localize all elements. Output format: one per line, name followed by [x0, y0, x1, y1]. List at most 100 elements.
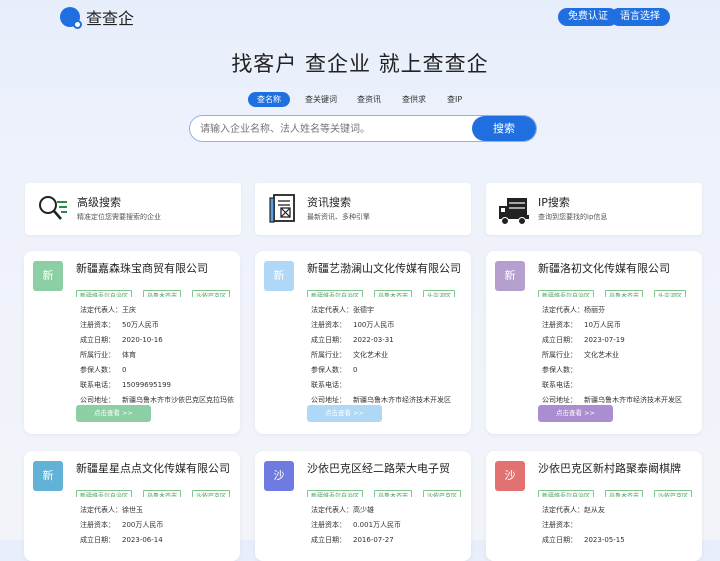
field-label: 成立日期： [542, 336, 577, 344]
region-tag[interactable]: 新疆维吾尔自治区 [76, 290, 133, 297]
region-tags: 新疆维吾尔自治区 乌鲁木齐市 沙依巴克区 [538, 483, 702, 497]
company-card[interactable]: 沙沙依巴克区新村路聚泰阚棋牌 新疆维吾尔自治区 乌鲁木齐市 沙依巴克区 法定代表人：赵从… [486, 451, 702, 561]
field-label: 联系电话： [542, 381, 577, 389]
company-field: 成立日期： 2020-10-16 [80, 335, 238, 345]
view-details-button[interactable]: 点击查看 >> [76, 405, 151, 422]
company-field: 参保人数： [542, 365, 700, 375]
company-avatar: 新 [33, 461, 63, 491]
company-field: 参保人数： 0 [80, 365, 238, 375]
region-tag[interactable]: 乌鲁木齐市 [374, 290, 413, 297]
field-value: 新疆乌鲁木齐市经济技术开发区 [584, 396, 682, 404]
company-card[interactable]: 新新疆嘉森珠宝商贸有限公司 新疆维吾尔自治区 乌鲁木齐市 沙依巴克区 法定代表人：王庆注… [24, 251, 240, 434]
feature-news-search[interactable]: 资讯搜索 最新资讯、多种引擎 [255, 183, 471, 235]
field-label: 所属行业： [311, 351, 346, 359]
company-name[interactable]: 新疆嘉森珠宝商贸有限公司 [76, 260, 238, 276]
tab-supply[interactable]: 查供求 [402, 92, 426, 107]
company-name[interactable]: 新疆洛初文化传媒有限公司 [538, 260, 700, 276]
region-tag[interactable]: 乌鲁木齐市 [143, 490, 182, 497]
company-field: 注册资本： [542, 520, 700, 530]
company-field: 参保人数： 0 [311, 365, 469, 375]
field-label: 公司地址： [311, 396, 346, 404]
company-name[interactable]: 新疆艺渤澜山文化传媒有限公司 [307, 260, 469, 276]
company-field: 所属行业： 体育 [80, 350, 238, 360]
search-box: 搜索 [189, 115, 537, 142]
region-tag[interactable]: 新疆维吾尔自治区 [307, 290, 364, 297]
field-label: 法定代表人： [80, 306, 122, 314]
search-button[interactable]: 搜索 [472, 116, 536, 141]
view-details-button[interactable]: 点击查看 >> [538, 405, 613, 422]
company-field: 所属行业： 文化艺术业 [542, 350, 700, 360]
tab-keyword[interactable]: 查关键词 [305, 92, 337, 107]
region-tag[interactable]: 头屯河区 [654, 290, 687, 297]
region-tag[interactable]: 乌鲁木齐市 [374, 490, 413, 497]
feature-title: 高级搜索 [77, 196, 121, 209]
company-name[interactable]: 沙依巴克区新村路聚泰阚棋牌 [538, 460, 700, 476]
field-label: 联系电话： [311, 381, 346, 389]
view-details-button[interactable]: 点击查看 >> [307, 405, 382, 422]
field-value: 赵从友 [584, 506, 605, 514]
company-field: 注册资本： 10万人民币 [542, 320, 700, 330]
region-tag[interactable]: 新疆维吾尔自治区 [538, 490, 595, 497]
company-avatar: 新 [33, 261, 63, 291]
tab-ip[interactable]: 查IP [447, 92, 462, 107]
tab-name[interactable]: 查名称 [248, 92, 290, 107]
tab-news[interactable]: 查资讯 [357, 92, 381, 107]
region-tag[interactable]: 沙依巴克区 [423, 490, 462, 497]
field-value: 王庆 [122, 306, 136, 314]
feature-title: IP搜索 [538, 196, 570, 209]
company-card[interactable]: 新新疆星星点点文化传媒有限公司 新疆维吾尔自治区 乌鲁木齐市 沙依巴克区 法定代表人：徐… [24, 451, 240, 561]
field-value: 杨丽芬 [584, 306, 605, 314]
region-tag[interactable]: 乌鲁木齐市 [605, 290, 644, 297]
search-input[interactable] [200, 121, 460, 137]
company-field: 法定代表人：赵从友 [542, 505, 700, 515]
field-value: 0 [122, 366, 127, 374]
region-tag[interactable]: 乌鲁木齐市 [143, 290, 182, 297]
company-card[interactable]: 新新疆艺渤澜山文化传媒有限公司 新疆维吾尔自治区 乌鲁木齐市 头屯河区 法定代表人：张德… [255, 251, 471, 434]
field-label: 法定代表人： [311, 506, 353, 514]
company-field: 注册资本： 200万人民币 [80, 520, 238, 530]
field-value: 2023-05-15 [584, 536, 625, 544]
company-field: 公司地址： 新疆乌鲁木齐市经济技术开发区 [542, 395, 700, 405]
feature-ip-search[interactable]: IP搜索 查询到您要找的ip信息 [486, 183, 702, 235]
region-tag[interactable]: 新疆维吾尔自治区 [307, 490, 364, 497]
globe-logo-icon [60, 7, 82, 29]
company-field: 注册资本： 0.001万人民币 [311, 520, 469, 530]
field-value: 文化艺术业 [584, 351, 619, 359]
company-avatar: 沙 [264, 461, 294, 491]
logo[interactable]: 查查企 [60, 5, 134, 29]
hero-title: 找客户 查企业 就上查查企 [231, 52, 489, 76]
company-card[interactable]: 沙沙依巴克区经二路荣大电子贸 新疆维吾尔自治区 乌鲁木齐市 沙依巴克区 法定代表人：高少… [255, 451, 471, 561]
field-label: 注册资本： [311, 321, 346, 329]
document-icon [269, 194, 295, 223]
language-select-button[interactable]: 语言选择 [610, 8, 670, 26]
region-tag[interactable]: 沙依巴克区 [192, 490, 231, 497]
company-name[interactable]: 沙依巴克区经二路荣大电子贸 [307, 460, 469, 476]
region-tag[interactable]: 沙依巴克区 [654, 490, 693, 497]
free-verify-button[interactable]: 免费认证 [558, 8, 618, 26]
field-value: 50万人民币 [122, 321, 159, 329]
field-value: 10万人民币 [584, 321, 621, 329]
field-value: 15099695199 [122, 381, 171, 389]
company-field: 注册资本： 100万人民币 [311, 320, 469, 330]
search-tabs: 查名称 查关键词 查资讯 查供求 查IP [0, 92, 720, 108]
field-value: 文化艺术业 [353, 351, 388, 359]
region-tags: 新疆维吾尔自治区 乌鲁木齐市 头屯河区 [307, 283, 471, 297]
company-field: 法定代表人：王庆 [80, 305, 238, 315]
company-card[interactable]: 新新疆洛初文化传媒有限公司 新疆维吾尔自治区 乌鲁木齐市 头屯河区 法定代表人：杨丽芬注… [486, 251, 702, 434]
region-tag[interactable]: 沙依巴克区 [192, 290, 231, 297]
company-name[interactable]: 新疆星星点点文化传媒有限公司 [76, 460, 238, 476]
region-tag[interactable]: 新疆维吾尔自治区 [538, 290, 595, 297]
truck-icon [499, 198, 529, 225]
field-label: 注册资本： [311, 521, 346, 529]
region-tag[interactable]: 乌鲁木齐市 [605, 490, 644, 497]
feature-advanced-search[interactable]: 高级搜索 精准定位您需要搜索的企业 [25, 183, 241, 235]
header: 查查企 免费认证 语言选择 [0, 0, 720, 34]
region-tags: 新疆维吾尔自治区 乌鲁木齐市 沙依巴克区 [76, 283, 240, 297]
region-tags: 新疆维吾尔自治区 乌鲁木齐市 沙依巴克区 [307, 483, 471, 497]
field-label: 公司地址： [542, 396, 577, 404]
company-field: 成立日期： 2023-05-15 [542, 535, 700, 545]
field-label: 参保人数： [542, 366, 577, 374]
field-label: 成立日期： [80, 336, 115, 344]
region-tag[interactable]: 头屯河区 [423, 290, 456, 297]
region-tag[interactable]: 新疆维吾尔自治区 [76, 490, 133, 497]
